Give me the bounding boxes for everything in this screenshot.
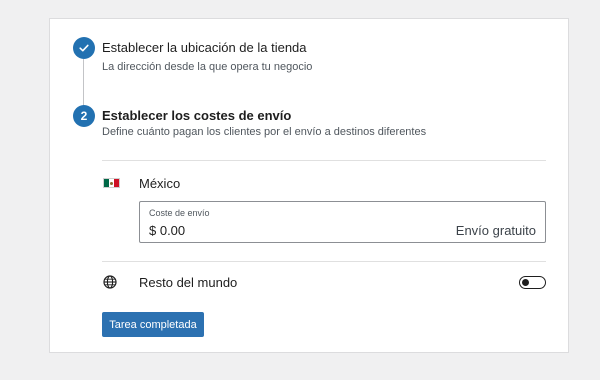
rest-of-world-toggle[interactable] <box>519 276 546 289</box>
check-icon <box>73 37 95 59</box>
toggle-knob <box>522 278 529 286</box>
region-label-mexico: México <box>139 176 181 191</box>
step-2-number-badge: 2 <box>73 105 95 127</box>
region-label-rest-of-world: Resto del mundo <box>139 275 238 290</box>
setup-card: Establecer la ubicación de la tienda La … <box>49 18 569 353</box>
globe-icon <box>103 275 117 289</box>
step-2-description: Define cuánto pagan los clientes por el … <box>102 126 427 138</box>
step-2-title: Establecer los costes de envío <box>102 108 292 123</box>
task-complete-button[interactable]: Tarea completada <box>102 312 204 337</box>
divider <box>102 160 546 161</box>
step-1-description: La dirección desde la que opera tu negoc… <box>102 61 313 73</box>
step-1-title: Establecer la ubicación de la tienda <box>102 40 307 55</box>
divider <box>102 261 546 262</box>
shipping-cost-input[interactable]: Coste de envío $ 0.00 Envío gratuito <box>139 201 546 243</box>
free-shipping-label: Envío gratuito <box>455 223 536 238</box>
mexico-flag-icon <box>103 178 120 188</box>
shipping-cost-value[interactable]: $ 0.00 <box>149 223 185 238</box>
shipping-cost-label: Coste de envío <box>149 208 210 218</box>
